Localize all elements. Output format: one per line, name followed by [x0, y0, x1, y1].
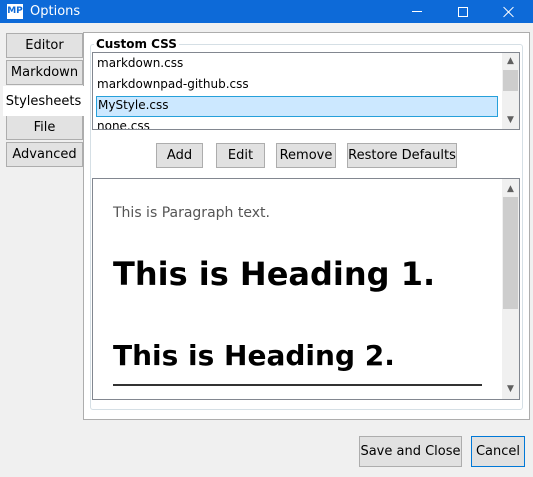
minimize-icon: [412, 11, 422, 12]
css-list-item[interactable]: none.css: [96, 117, 498, 129]
heading-2-underline: [113, 384, 482, 386]
maximize-button[interactable]: [440, 0, 486, 23]
preview-heading-2: This is Heading 2.: [113, 339, 395, 372]
restore-defaults-button[interactable]: Restore Defaults: [347, 143, 457, 168]
app-icon: MP: [7, 4, 23, 19]
custom-css-group-label: Custom CSS: [94, 37, 179, 51]
stylesheets-tab-page: Custom CSS markdown.css markdownpad-gith…: [83, 32, 530, 420]
preview-paragraph: This is Paragraph text.: [113, 205, 270, 221]
save-and-close-button[interactable]: Save and Close: [359, 436, 462, 467]
scroll-up-arrow-icon[interactable]: ▲: [502, 54, 519, 69]
close-icon: [503, 6, 515, 18]
css-list-scrollbar[interactable]: ▲ ▼: [502, 53, 519, 129]
css-list-item-selected[interactable]: MyStyle.css: [96, 96, 498, 117]
window-title: Options: [30, 4, 81, 19]
preview-scrollbar[interactable]: ▲ ▼: [502, 179, 519, 399]
css-list[interactable]: markdown.css markdownpad-github.css MySt…: [92, 52, 520, 130]
tab-markdown[interactable]: Markdown: [6, 60, 83, 85]
maximize-icon: [458, 6, 468, 17]
tab-stylesheets[interactable]: Stylesheets: [3, 86, 84, 116]
close-button[interactable]: [486, 0, 532, 23]
tab-file[interactable]: File: [6, 115, 83, 140]
css-list-item[interactable]: markdown.css: [96, 54, 498, 75]
css-list-item[interactable]: markdownpad-github.css: [96, 75, 498, 96]
css-list-scroll-thumb[interactable]: [503, 70, 518, 91]
css-preview-pane[interactable]: This is Paragraph text. This is Heading …: [92, 178, 520, 400]
minimize-button[interactable]: [394, 0, 440, 23]
cancel-button[interactable]: Cancel: [471, 436, 525, 467]
scroll-up-arrow-icon[interactable]: ▲: [502, 182, 519, 197]
tab-editor[interactable]: Editor: [6, 33, 83, 58]
title-bar[interactable]: MP Options: [0, 0, 533, 23]
tab-advanced[interactable]: Advanced: [6, 142, 83, 167]
preview-scroll-thumb[interactable]: [503, 197, 518, 309]
preview-content: This is Paragraph text. This is Heading …: [93, 179, 501, 399]
scroll-down-arrow-icon[interactable]: ▼: [502, 113, 519, 128]
scroll-down-arrow-icon[interactable]: ▼: [502, 382, 519, 397]
remove-button[interactable]: Remove: [276, 143, 336, 168]
edit-button[interactable]: Edit: [216, 143, 265, 168]
add-button[interactable]: Add: [156, 143, 203, 168]
preview-heading-1: This is Heading 1.: [113, 255, 436, 293]
